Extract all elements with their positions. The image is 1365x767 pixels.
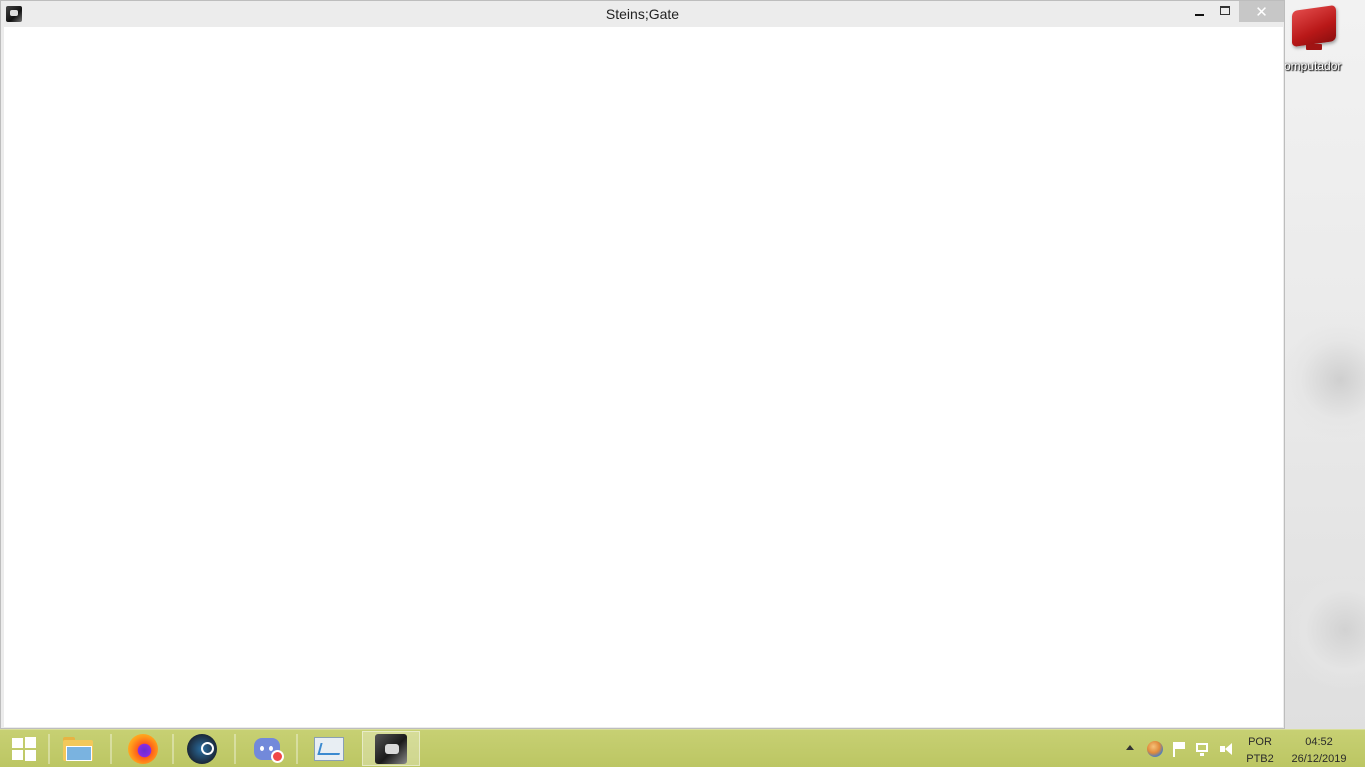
windows-logo-pane <box>25 750 36 761</box>
close-button[interactable]: ✕ <box>1239 1 1284 22</box>
windows-logo-icon <box>12 738 23 748</box>
close-icon: ✕ <box>1255 3 1268 21</box>
taskbar: POR PTB2 04:52 26/12/2019 <box>0 729 1365 767</box>
folder-icon <box>63 736 93 761</box>
computer-stand <box>1306 44 1322 50</box>
taskbar-firefox[interactable] <box>110 731 172 766</box>
show-hidden-icons-chevron-up-icon[interactable] <box>1126 745 1134 750</box>
desktop-icon-computer[interactable]: omputador <box>1284 4 1354 76</box>
maximize-icon <box>1220 6 1230 15</box>
desktop: omputador Steins;Gate ✕ POR PTB2 04:52 2… <box>0 0 1365 767</box>
action-center-flag-icon[interactable] <box>1171 741 1187 757</box>
window-title: Steins;Gate <box>605 6 680 22</box>
notification-badge-icon <box>271 750 284 763</box>
taskbar-resource-monitor[interactable] <box>296 731 358 766</box>
volume-icon[interactable] <box>1219 741 1235 757</box>
computer-icon <box>1292 4 1336 48</box>
windows-logo-pane <box>25 737 36 748</box>
title-bar[interactable]: Steins;Gate ✕ <box>1 1 1284 27</box>
firefox-icon <box>128 733 158 764</box>
minimize-button[interactable] <box>1186 1 1212 22</box>
taskbar-steam[interactable] <box>172 731 228 766</box>
app-window: Steins;Gate ✕ <box>0 0 1285 729</box>
windows-logo-pane <box>12 750 23 760</box>
taskbar-discord[interactable] <box>234 731 296 766</box>
keyboard-layout: PTB2 <box>1246 753 1274 765</box>
performance-monitor-icon <box>314 736 344 761</box>
desktop-icon-label: omputador <box>1284 59 1342 73</box>
taskbar-file-explorer[interactable] <box>48 731 104 766</box>
window-client-area[interactable] <box>4 27 1283 727</box>
start-button[interactable] <box>0 730 48 767</box>
steins-gate-app-icon <box>375 733 407 764</box>
clock[interactable]: 04:52 26/12/2019 <box>1284 734 1354 767</box>
steam-icon <box>187 733 217 764</box>
taskbar-steins-gate[interactable] <box>362 731 420 766</box>
minimize-icon <box>1194 13 1204 16</box>
network-icon[interactable] <box>1195 741 1211 757</box>
input-language-indicator[interactable]: POR PTB2 <box>1240 734 1280 767</box>
clock-time: 04:52 <box>1305 736 1333 748</box>
maximize-button[interactable] <box>1212 1 1238 22</box>
language-code: POR <box>1248 736 1272 748</box>
tray-app-icon[interactable] <box>1147 741 1163 757</box>
clock-date: 26/12/2019 <box>1291 753 1347 765</box>
